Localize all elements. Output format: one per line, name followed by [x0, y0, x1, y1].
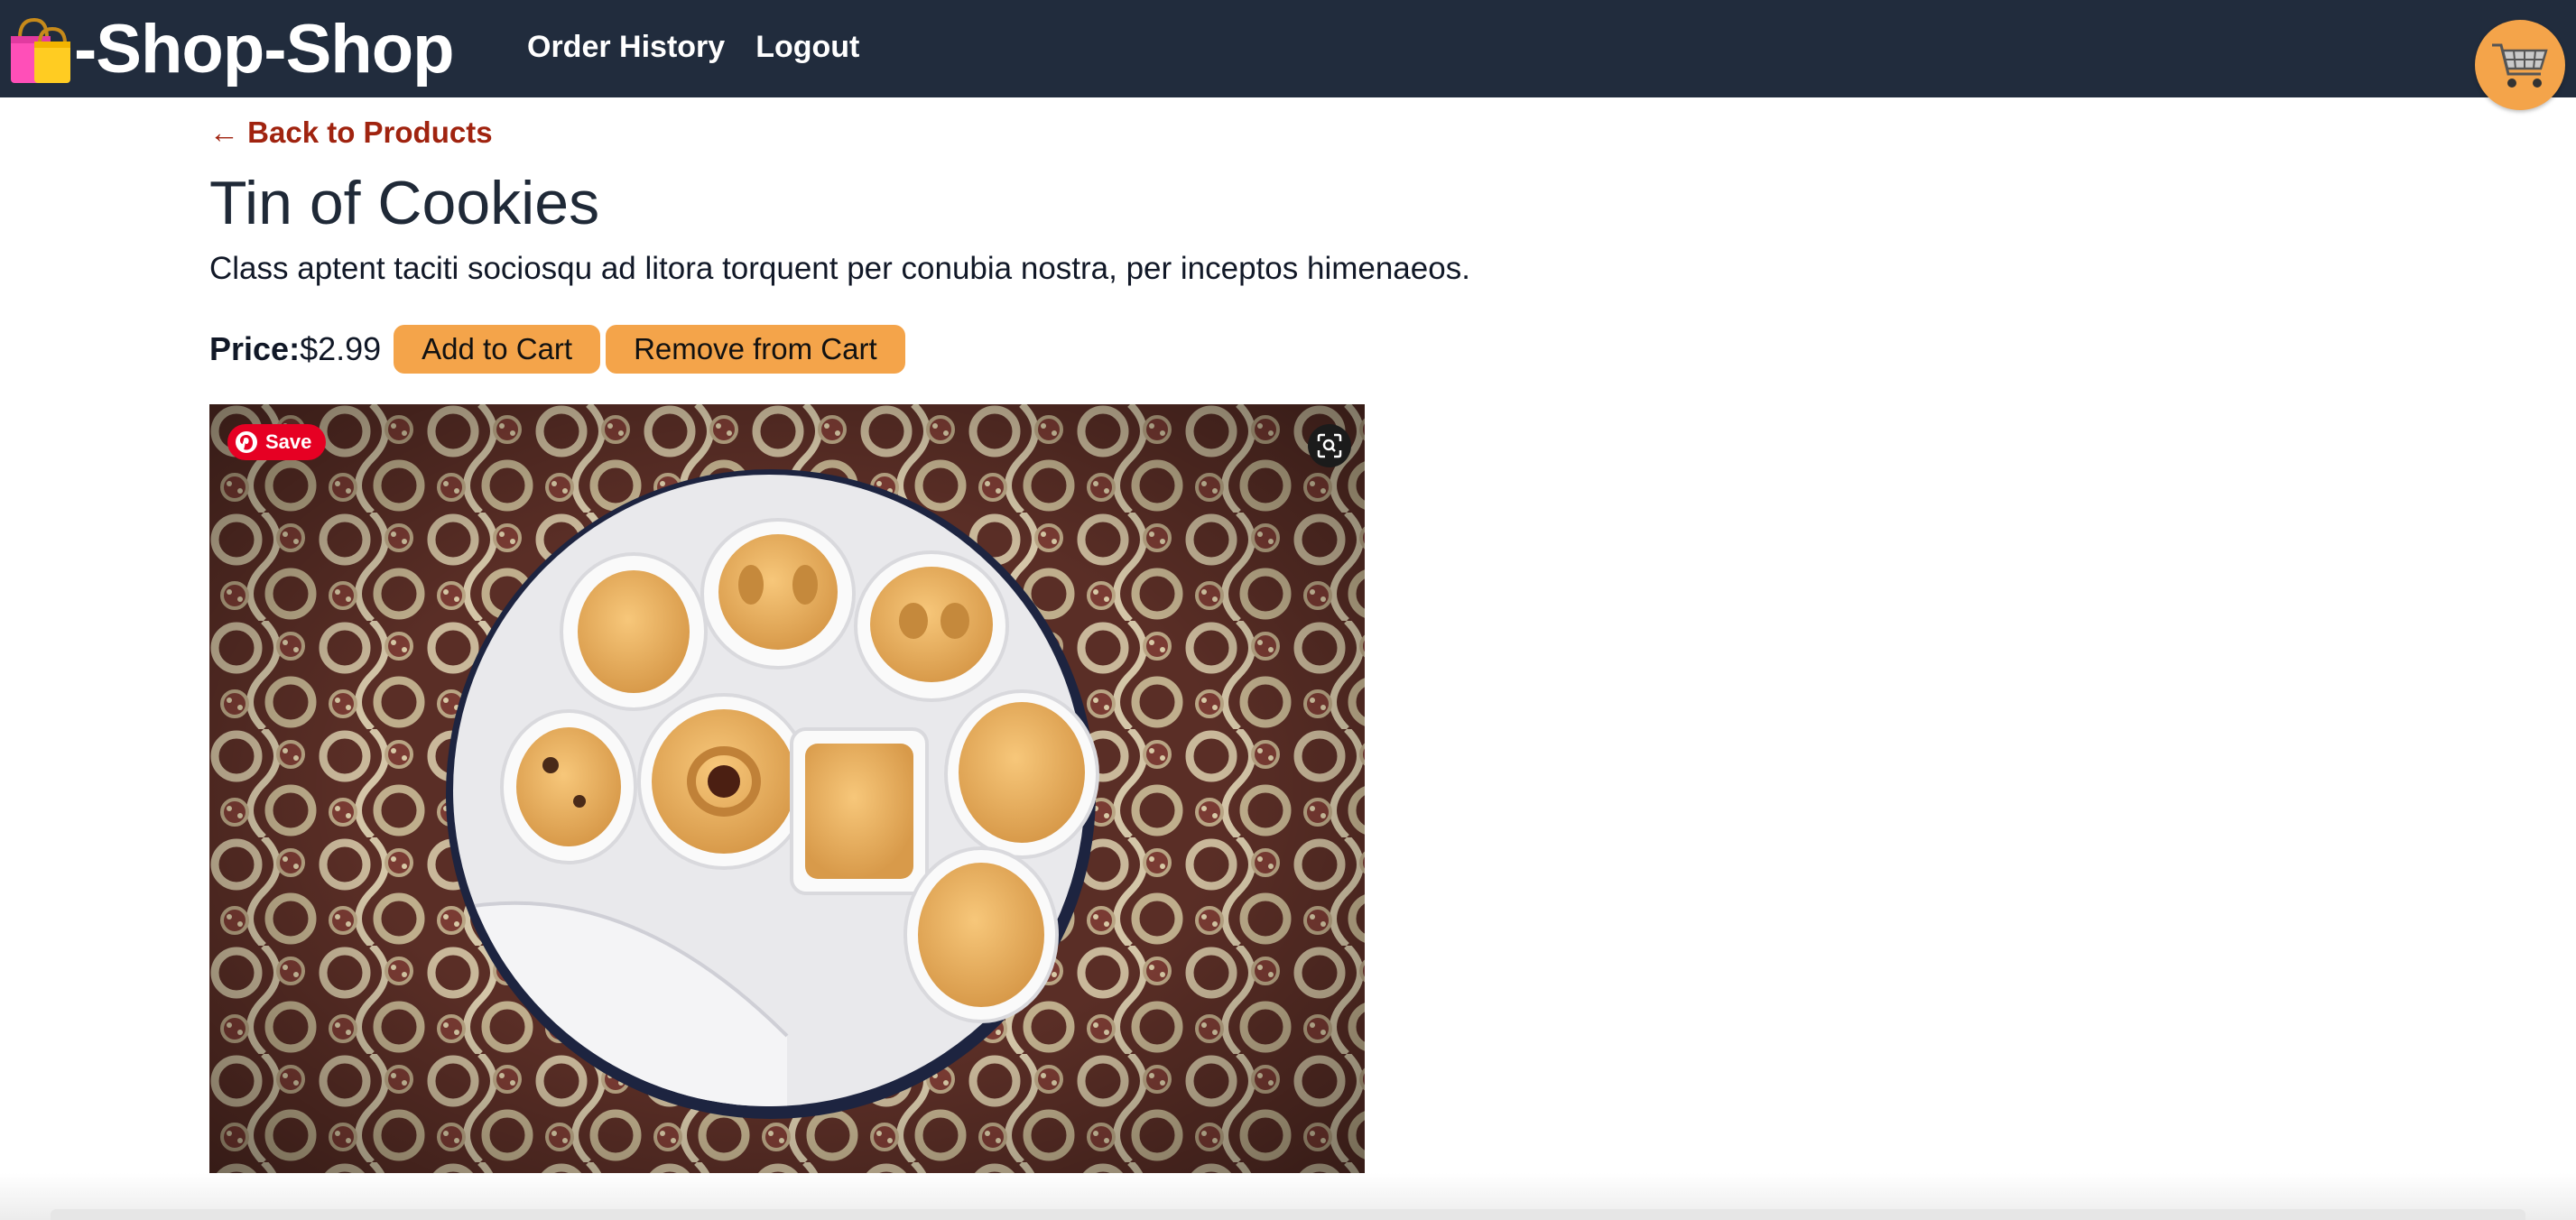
cookie-tin-photo: [209, 404, 1365, 1173]
price-label: Price:: [209, 330, 301, 367]
product-image: Save: [209, 404, 1365, 1173]
add-to-cart-button[interactable]: Add to Cart: [394, 325, 601, 374]
visual-search-icon: [1317, 433, 1342, 458]
pinterest-save-button[interactable]: Save: [227, 424, 327, 460]
main-nav: Order History Logout: [527, 25, 859, 69]
price-value: $2.99: [300, 330, 382, 367]
price-row: Price: $2.99 Add to Cart Remove from Car…: [209, 325, 911, 374]
brand-name: -Shop-Shop: [74, 10, 455, 88]
shopping-cart-icon: [2492, 43, 2548, 88]
back-to-products-link[interactable]: ← Back to Products: [209, 116, 493, 150]
remove-from-cart-button[interactable]: Remove from Cart: [606, 325, 905, 374]
product-title: Tin of Cookies: [209, 169, 600, 237]
nav-order-history[interactable]: Order History: [527, 30, 725, 65]
brand-link[interactable]: -Shop-Shop: [7, 7, 455, 90]
nav-logout[interactable]: Logout: [755, 30, 859, 65]
bottom-panel-edge: [51, 1209, 2525, 1220]
pinterest-icon: [236, 431, 257, 453]
shopping-bags-icon: [11, 17, 70, 83]
cart-button[interactable]: [2475, 20, 2565, 110]
top-nav-bar: -Shop-Shop Order History Logout: [0, 0, 2576, 110]
pinterest-save-label: Save: [265, 430, 312, 453]
visual-search-button[interactable]: [1308, 424, 1351, 467]
product-description: Class aptent taciti sociosqu ad litora t…: [209, 251, 1470, 286]
